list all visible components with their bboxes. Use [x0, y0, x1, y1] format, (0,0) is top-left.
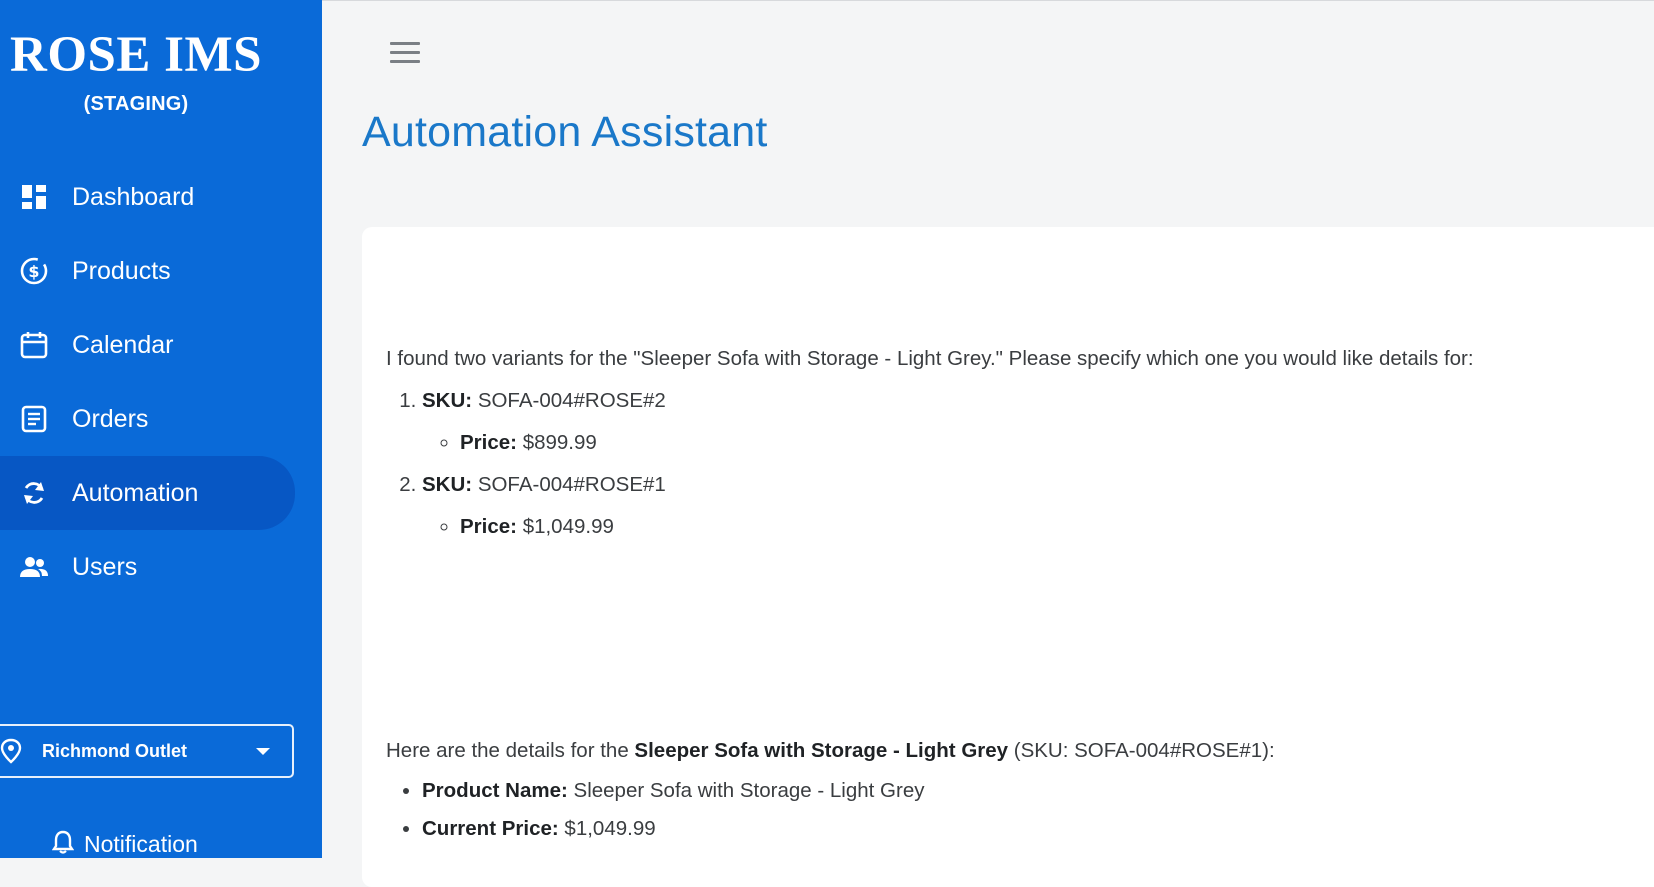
sidebar: ROSE IMS (STAGING) Dashboard $ Products … — [0, 0, 322, 858]
variant-item: SKU: SOFA-004#ROSE#2 Price: $899.99 — [422, 389, 1474, 455]
intro-suffix: (SKU: SOFA-004#ROSE#1): — [1008, 739, 1275, 762]
sidebar-item-users[interactable]: Users — [0, 530, 322, 604]
location-select[interactable]: Richmond Outlet — [0, 724, 294, 778]
location-label: Richmond Outlet — [42, 740, 187, 761]
page-title: Automation Assistant — [362, 108, 768, 156]
brand-title: ROSE IMS — [10, 27, 262, 83]
message-text: I found two variants for the "Sleeper So… — [386, 347, 1474, 370]
notification-label: Notification — [84, 831, 198, 857]
product-name-bold: Sleeper Sofa with Storage - Light Grey — [634, 739, 1009, 762]
sidebar-item-dashboard[interactable]: Dashboard — [0, 160, 322, 234]
detail-value: $1,049.99 — [564, 817, 656, 840]
sku-value: SOFA-004#ROSE#1 — [477, 473, 666, 496]
detail-label: Current Price: — [422, 817, 559, 840]
price-item: Price: $899.99 — [460, 431, 1474, 455]
price-value: $899.99 — [522, 431, 597, 454]
assistant-message: Here are the details for the Sleeper Sof… — [386, 739, 1275, 855]
top-divider — [322, 0, 1654, 1]
sidebar-nav: Dashboard $ Products Calendar Orders Aut… — [0, 160, 322, 604]
notification-button[interactable]: Notification — [51, 830, 198, 858]
products-icon: $ — [18, 255, 50, 287]
sidebar-item-label: Users — [72, 552, 138, 581]
chevron-down-icon — [256, 748, 270, 755]
detail-item: Product Name: Sleeper Sofa with Storage … — [422, 779, 1275, 803]
sku-value: SOFA-004#ROSE#2 — [477, 389, 666, 412]
automation-icon — [18, 477, 50, 509]
main-content: Automation Assistant I found two variant… — [322, 0, 1654, 887]
sidebar-item-label: Calendar — [72, 330, 174, 359]
detail-item: Current Price: $1,049.99 — [422, 817, 1275, 841]
sidebar-item-label: Dashboard — [72, 182, 195, 211]
svg-text:$: $ — [28, 262, 39, 281]
orders-icon — [18, 403, 50, 435]
brand-subtitle: (STAGING) — [83, 93, 189, 115]
users-icon — [18, 551, 50, 583]
sidebar-item-label: Orders — [72, 404, 149, 433]
detail-value: Sleeper Sofa with Storage - Light Grey — [573, 779, 925, 802]
dashboard-icon — [18, 181, 50, 213]
detail-list: Product Name: Sleeper Sofa with Storage … — [386, 779, 1275, 841]
price-value: $1,049.99 — [522, 515, 614, 538]
intro-prefix: Here are the details for the — [386, 739, 635, 762]
calendar-icon — [18, 329, 50, 361]
sidebar-item-products[interactable]: $ Products — [0, 234, 322, 308]
bell-icon — [51, 830, 75, 858]
sku-label: SKU: — [422, 473, 473, 496]
variant-item: SKU: SOFA-004#ROSE#1 Price: $1,049.99 — [422, 473, 1474, 539]
variant-list: SKU: SOFA-004#ROSE#2 Price: $899.99 SKU:… — [386, 389, 1474, 539]
sku-label: SKU: — [422, 389, 473, 412]
sidebar-item-orders[interactable]: Orders — [0, 382, 322, 456]
sidebar-item-automation[interactable]: Automation — [0, 456, 295, 530]
price-label: Price: — [460, 431, 517, 454]
brand: ROSE IMS (STAGING) — [0, 30, 272, 116]
price-item: Price: $1,049.99 — [460, 515, 1474, 539]
message-text: Here are the details for the Sleeper Sof… — [386, 739, 1275, 763]
sidebar-item-label: Products — [72, 256, 171, 285]
detail-label: Product Name: — [422, 779, 568, 802]
location-pin-icon — [0, 738, 22, 764]
price-label: Price: — [460, 515, 517, 538]
chat-panel: I found two variants for the "Sleeper So… — [362, 227, 1654, 887]
sidebar-item-label: Automation — [72, 478, 199, 507]
hamburger-menu-icon[interactable] — [390, 42, 420, 64]
assistant-message: I found two variants for the "Sleeper So… — [386, 347, 1474, 557]
sidebar-item-calendar[interactable]: Calendar — [0, 308, 322, 382]
